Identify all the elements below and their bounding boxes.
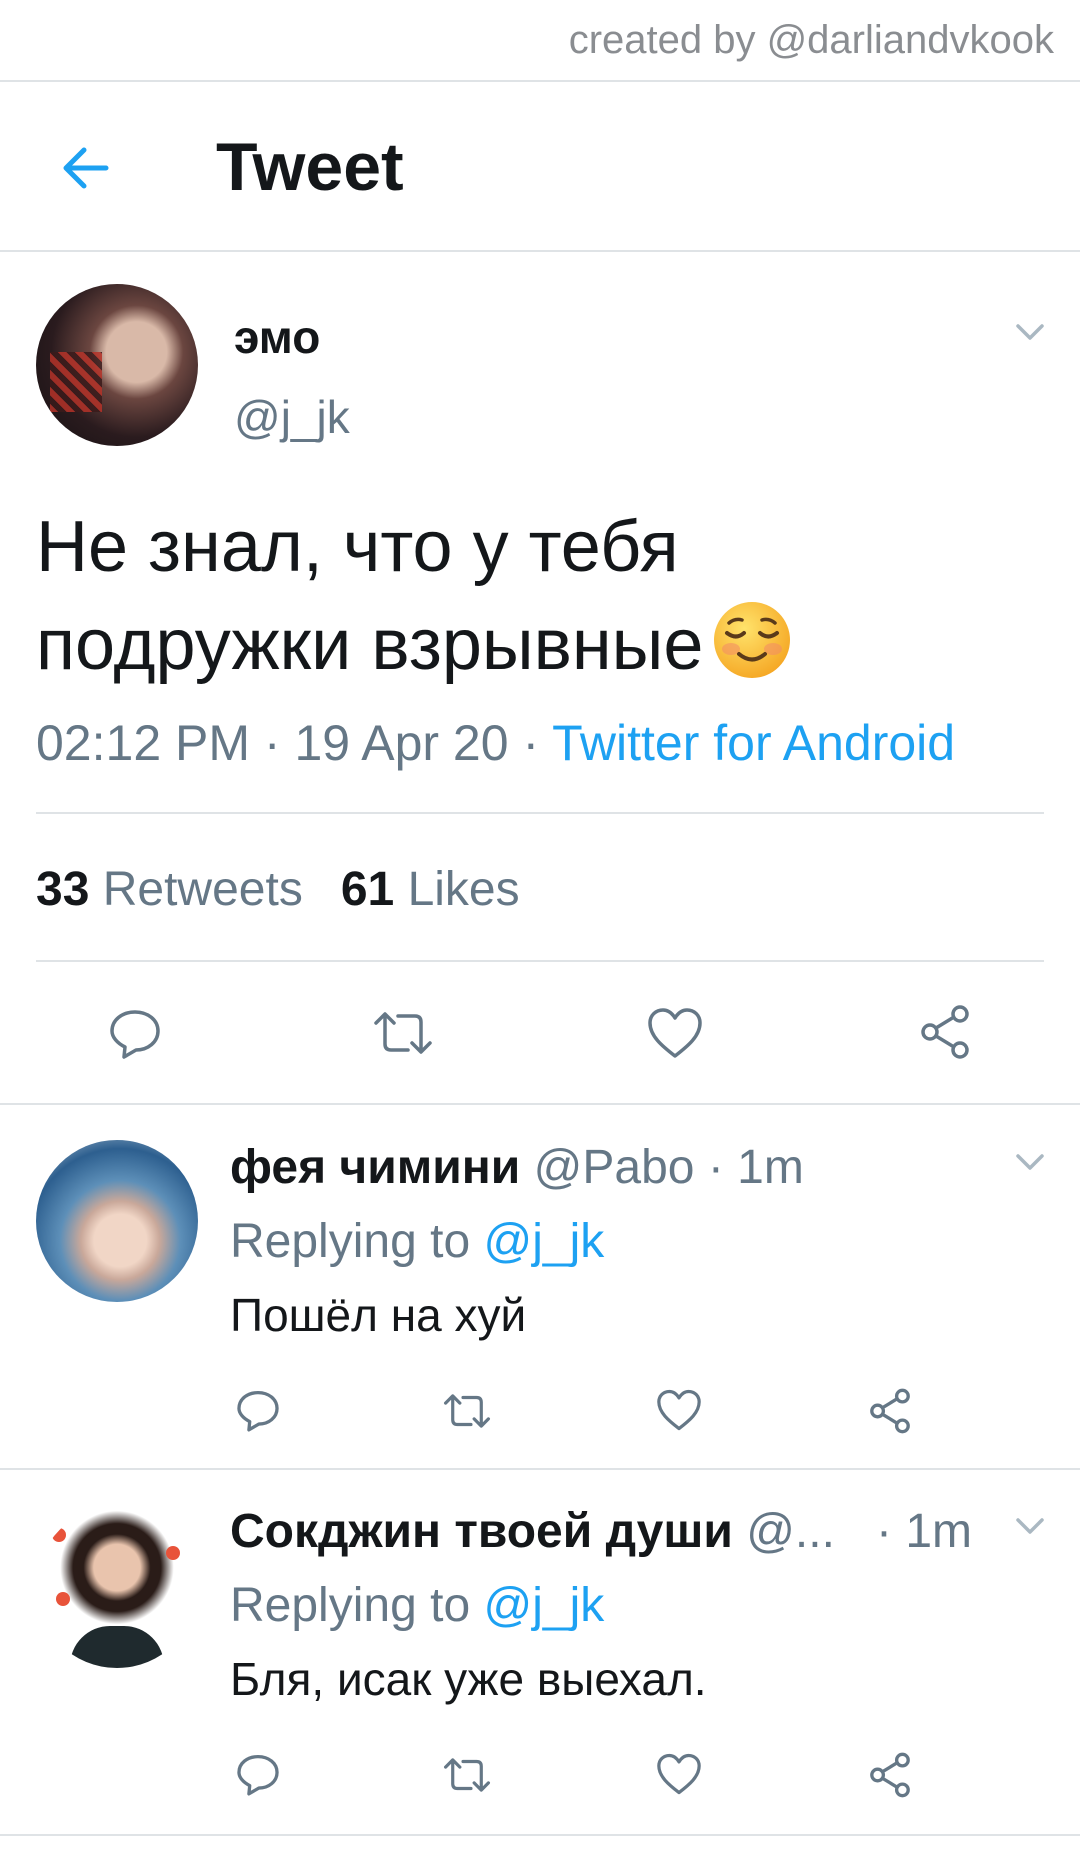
avatar-decoration — [166, 1546, 180, 1560]
chevron-down-icon — [1016, 324, 1044, 340]
reply-button[interactable] — [234, 1386, 282, 1434]
creator-credit: created by @darliandvkook — [568, 18, 1054, 62]
divider — [0, 1834, 1080, 1836]
reply-icon — [110, 1010, 160, 1059]
replying-to-link[interactable]: @j_jk — [483, 1215, 604, 1268]
retweet-button[interactable] — [440, 1388, 494, 1434]
avatar-decoration — [70, 1626, 164, 1668]
reply-text: Бля, исак уже выехал. — [230, 1653, 707, 1705]
like-icon — [648, 1008, 702, 1058]
replying-to: Replying to @j_jk — [230, 1578, 604, 1633]
reply-avatar[interactable] — [36, 1140, 198, 1302]
chevron-down-icon — [1016, 1154, 1044, 1170]
author-name[interactable]: эмо — [234, 310, 320, 364]
tweet-text-line: Не знал, что у тебя — [36, 507, 679, 587]
share-icon — [870, 1388, 910, 1434]
replying-to-link[interactable]: @j_jk — [483, 1579, 604, 1632]
divider — [0, 80, 1080, 82]
like-icon — [657, 1389, 701, 1431]
retweet-button[interactable] — [370, 1004, 436, 1062]
arrow-left-icon — [63, 147, 109, 189]
retweet-icon — [444, 1758, 491, 1792]
retweets-stat[interactable]: 33 Retweets — [36, 863, 303, 916]
share-button[interactable] — [866, 1386, 914, 1436]
tweet-date: 19 Apr 20 — [294, 715, 509, 771]
reply-header: фея чимини @Pabo · 1m — [230, 1140, 804, 1195]
chevron-down-icon — [1016, 1518, 1044, 1534]
divider — [0, 1468, 1080, 1470]
like-button[interactable] — [654, 1386, 704, 1434]
tweet-text-segment: подружки взрывные — [36, 605, 704, 685]
avatar-decoration — [56, 1592, 70, 1606]
tweet-time: 02:12 PM — [36, 715, 251, 771]
reply-menu-button[interactable] — [1012, 1508, 1048, 1544]
likes-label: Likes — [407, 863, 520, 916]
author-avatar[interactable] — [36, 284, 198, 446]
reply-button[interactable] — [106, 1004, 164, 1062]
reply-time: 1m — [905, 1505, 973, 1558]
reply-icon — [237, 1390, 279, 1432]
likes-count: 61 — [340, 863, 395, 916]
likes-stat[interactable]: 61 Likes — [341, 863, 520, 916]
retweet-icon — [444, 1394, 491, 1428]
like-button[interactable] — [644, 1004, 706, 1062]
author-handle[interactable]: @j_jk — [234, 390, 350, 444]
tweet-menu-button[interactable] — [1012, 314, 1048, 350]
avatar-decoration — [52, 1528, 66, 1542]
reply-author-handle[interactable]: @... — [746, 1505, 835, 1558]
like-button[interactable] — [654, 1750, 704, 1798]
tweet-stats: 33 Retweets 61 Likes — [36, 862, 520, 917]
reply-time-group: · 1m — [876, 1504, 972, 1559]
retweets-label: Retweets — [102, 863, 303, 916]
reply-author-handle[interactable]: @Pabo — [534, 1141, 695, 1194]
retweet-icon — [374, 1012, 432, 1054]
smiling-face-emoji — [711, 599, 793, 681]
tweet-text-line: подружки взрывные — [36, 596, 1036, 694]
share-button[interactable] — [916, 1002, 974, 1062]
reply-header: Сокджин твоей души @... — [230, 1504, 835, 1559]
divider — [36, 812, 1044, 814]
retweet-button[interactable] — [440, 1752, 494, 1798]
page-title: Tweet — [216, 129, 404, 205]
reply-separator: · — [876, 1505, 892, 1558]
reply-separator: · — [707, 1141, 724, 1194]
reply-avatar[interactable] — [36, 1506, 198, 1668]
meta-separator: · — [263, 715, 281, 771]
retweets-count: 33 — [36, 863, 90, 916]
tweet-source-link[interactable]: Twitter for Android — [552, 715, 955, 771]
replying-label: Replying to — [230, 1579, 471, 1632]
reply-text: Пошёл на хуй — [230, 1289, 527, 1341]
share-icon — [921, 1005, 969, 1059]
share-icon — [870, 1752, 910, 1798]
reply-time: 1m — [737, 1141, 804, 1194]
reply-button[interactable] — [234, 1750, 282, 1798]
reply-author-name[interactable]: фея чимини — [230, 1141, 520, 1194]
back-button[interactable] — [58, 140, 114, 196]
tweet-meta: 02:12 PM · 19 Apr 20 · Twitter for Andro… — [36, 714, 955, 772]
like-icon — [657, 1753, 701, 1795]
divider — [0, 1103, 1080, 1105]
tweet-text: Не знал, что у тебя подружки взрывные — [36, 498, 1036, 694]
meta-separator: · — [522, 715, 540, 771]
reply-author-name[interactable]: Сокджин твоей души — [230, 1505, 733, 1558]
reply-icon — [237, 1754, 279, 1796]
reply-menu-button[interactable] — [1012, 1144, 1048, 1180]
share-button[interactable] — [866, 1750, 914, 1800]
divider — [0, 250, 1080, 252]
replying-to: Replying to @j_jk — [230, 1214, 604, 1269]
divider — [36, 960, 1044, 962]
avatar-decoration — [50, 352, 102, 412]
replying-label: Replying to — [230, 1215, 471, 1268]
